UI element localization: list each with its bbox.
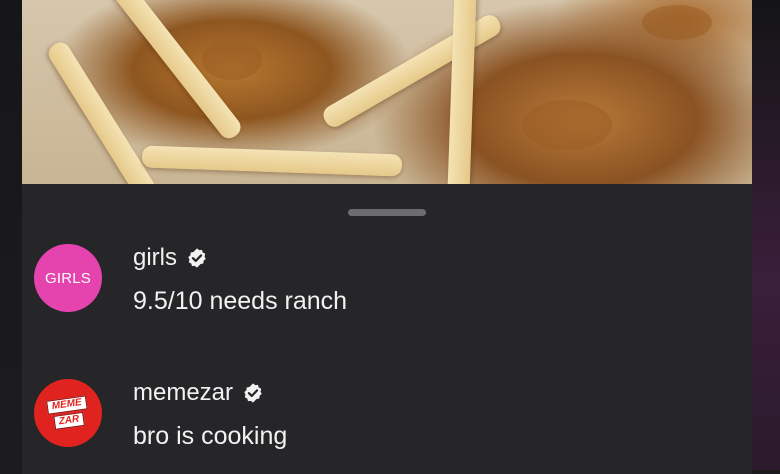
post-photo[interactable] [22, 0, 752, 184]
chicken-texture [642, 5, 712, 40]
right-background-edge [752, 0, 780, 470]
chicken-texture [202, 40, 262, 80]
verified-badge-icon [188, 248, 206, 268]
avatar-label-line: ZAR [53, 411, 86, 430]
drag-handle[interactable] [348, 209, 426, 216]
left-background-edge [0, 0, 22, 470]
comment-header: girls [133, 244, 208, 272]
avatar[interactable]: GIRLS [34, 244, 102, 312]
fry [44, 38, 160, 184]
comment-username[interactable]: memezar [133, 379, 233, 407]
fry [447, 0, 477, 184]
chicken-texture [522, 100, 612, 150]
comment-username[interactable]: girls [133, 244, 177, 272]
verified-badge-icon [244, 383, 262, 403]
comment-header: memezar [133, 379, 264, 407]
comment-item: MEME ZAR memezar bro is cooking [22, 377, 752, 467]
fry [141, 145, 403, 177]
avatar-logo: MEME ZAR [46, 394, 90, 431]
avatar-label: GIRLS [44, 269, 91, 287]
comment-item: GIRLS girls 9.5/10 needs ranch [22, 242, 752, 332]
comment-text: bro is cooking [133, 422, 288, 450]
fry [319, 11, 505, 131]
comment-text: 9.5/10 needs ranch [133, 287, 348, 315]
comments-sheet: GIRLS girls 9.5/10 needs ranch MEME ZAR … [22, 184, 752, 474]
avatar[interactable]: MEME ZAR [34, 379, 102, 447]
